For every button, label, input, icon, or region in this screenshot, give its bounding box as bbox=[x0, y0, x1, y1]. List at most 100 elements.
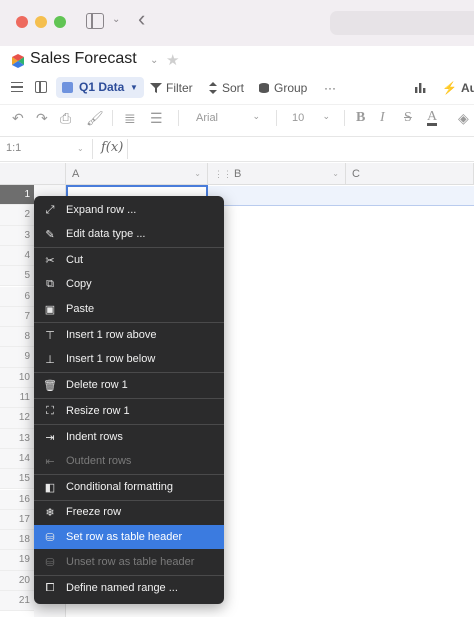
menu-item-outdent-rows: ⇤ Outdent rows bbox=[34, 449, 224, 473]
database-icon: ⛁ bbox=[45, 531, 55, 544]
automation-button[interactable]: ⚡ Aut bbox=[442, 79, 474, 97]
row-header[interactable]: 20 bbox=[0, 570, 34, 591]
maximize-window-button[interactable] bbox=[54, 16, 66, 28]
strikethrough-icon[interactable]: S bbox=[404, 110, 412, 126]
menu-item-label: Indent rows bbox=[66, 431, 123, 443]
row-header[interactable]: 16 bbox=[0, 489, 34, 510]
caret-down-icon[interactable]: ▼ bbox=[130, 83, 138, 92]
column-header-b[interactable]: ⋮⋮ B ⌄ bbox=[208, 163, 346, 185]
menu-item-copy[interactable]: ⧉ Copy bbox=[34, 272, 224, 296]
row-header[interactable]: 6 bbox=[0, 286, 34, 307]
insert-above-icon: ⊤ bbox=[45, 329, 55, 342]
menu-item-paste[interactable]: ▣ Paste bbox=[34, 297, 224, 321]
row-header[interactable]: 17 bbox=[0, 509, 34, 531]
chevron-down-icon[interactable]: ⌄ bbox=[77, 144, 84, 153]
fill-color-icon[interactable]: ◈ bbox=[458, 110, 469, 127]
chevron-down-icon[interactable]: ⌄ bbox=[332, 169, 339, 178]
formula-bar bbox=[0, 136, 474, 162]
font-family-select[interactable]: Arial ⌄ bbox=[190, 109, 264, 129]
clipboard-icon: ▣ bbox=[44, 303, 56, 316]
star-icon[interactable]: ★ bbox=[166, 51, 179, 69]
menu-item-label: Resize row 1 bbox=[66, 405, 130, 417]
font-size-select[interactable]: 10 ⌄ bbox=[288, 109, 332, 129]
menu-item-label: Delete row 1 bbox=[66, 379, 128, 391]
menu-item-cut[interactable]: ✂ Cut bbox=[34, 248, 224, 272]
row-header[interactable]: 2 bbox=[0, 205, 34, 226]
edit-icon: ✎ bbox=[45, 228, 55, 241]
menu-item-indent-rows[interactable]: ⇥ Indent rows bbox=[34, 425, 224, 449]
close-window-button[interactable] bbox=[16, 16, 28, 28]
filter-button[interactable]: Filter bbox=[150, 79, 193, 97]
font-family-value: Arial bbox=[196, 112, 219, 124]
chart-icon bbox=[415, 83, 426, 93]
group-button[interactable]: Group bbox=[258, 79, 307, 97]
chevron-down-icon: ⌄ bbox=[252, 111, 260, 121]
indent-icon: ⇥ bbox=[45, 431, 55, 444]
chart-button[interactable] bbox=[414, 79, 426, 97]
minimize-window-button[interactable] bbox=[35, 16, 47, 28]
menu-item-label: Paste bbox=[66, 303, 95, 315]
menu-item-label: Set row as table header bbox=[66, 531, 183, 543]
text-color-icon[interactable]: A bbox=[427, 110, 438, 126]
menu-item-freeze-row[interactable]: ❄ Freeze row bbox=[34, 500, 224, 524]
row-header[interactable]: 19 bbox=[0, 550, 34, 571]
menu-item-delete-row[interactable]: 🗑 Delete row 1 bbox=[34, 373, 224, 397]
row-header[interactable]: 21 bbox=[0, 591, 34, 612]
row-header[interactable]: 3 bbox=[0, 225, 34, 246]
address-bar[interactable] bbox=[330, 11, 474, 35]
menu-item-insert-row-below[interactable]: ⊥ Insert 1 row below bbox=[34, 347, 224, 371]
conditional-format-icon: ◧ bbox=[44, 481, 56, 494]
more-options-button[interactable]: ··· bbox=[324, 79, 336, 97]
row-header[interactable]: 12 bbox=[0, 408, 34, 429]
row-header[interactable]: 9 bbox=[0, 347, 34, 368]
chevron-down-icon[interactable]: ⌄ bbox=[112, 14, 120, 25]
select-all-corner[interactable] bbox=[0, 163, 66, 185]
row-header[interactable]: 1 bbox=[0, 185, 34, 206]
italic-icon[interactable]: I bbox=[380, 110, 385, 126]
redo-icon[interactable]: ↷ bbox=[36, 110, 48, 127]
row-header[interactable]: 14 bbox=[0, 448, 34, 470]
menu-item-resize-row[interactable]: ⛶ Resize row 1 bbox=[34, 399, 224, 423]
menu-item-expand-row[interactable]: ⤢ Expand row ... bbox=[34, 198, 224, 222]
menu-item-label: Conditional formatting bbox=[66, 481, 174, 493]
menu-item-label: Expand row ... bbox=[66, 204, 137, 216]
scissors-icon: ✂ bbox=[45, 254, 55, 267]
menu-item-insert-row-above[interactable]: ⊤ Insert 1 row above bbox=[34, 323, 224, 347]
cell-reference[interactable]: 1:1 bbox=[6, 142, 21, 154]
row-header[interactable]: 13 bbox=[0, 428, 34, 449]
function-icon[interactable]: f(x) bbox=[101, 140, 123, 155]
document-title[interactable]: Sales Forecast bbox=[30, 50, 137, 68]
menu-item-define-named-range[interactable]: ⧠ Define named range ... bbox=[34, 576, 224, 600]
sort-button[interactable]: Sort bbox=[208, 79, 244, 97]
column-header-c[interactable]: C bbox=[346, 163, 474, 185]
back-icon[interactable]: ‹ bbox=[138, 8, 145, 30]
undo-icon[interactable]: ↶ bbox=[12, 110, 24, 127]
bold-icon[interactable]: B bbox=[356, 110, 365, 126]
row-header[interactable]: 5 bbox=[0, 266, 34, 287]
row-header[interactable]: 15 bbox=[0, 469, 34, 490]
sidebar-icon[interactable] bbox=[86, 13, 104, 29]
menu-item-edit-data-type[interactable]: ✎ Edit data type ... bbox=[34, 222, 224, 246]
chevron-down-icon[interactable]: ⌄ bbox=[150, 55, 158, 66]
align-icon[interactable]: ☰ bbox=[150, 110, 163, 127]
chevron-down-icon[interactable]: ⌄ bbox=[194, 169, 201, 178]
print-icon[interactable]: ⎙ bbox=[60, 110, 71, 127]
column-header-a[interactable]: A ⌄ bbox=[66, 163, 208, 185]
row-header[interactable]: 18 bbox=[0, 530, 34, 551]
menu-icon[interactable] bbox=[11, 82, 23, 92]
panel-icon[interactable] bbox=[35, 81, 47, 93]
row-header[interactable]: 8 bbox=[0, 327, 34, 348]
wrap-text-icon[interactable]: ≣ bbox=[124, 110, 136, 127]
row-header[interactable]: 4 bbox=[0, 245, 34, 267]
menu-item-conditional-formatting[interactable]: ◧ Conditional formatting bbox=[34, 475, 224, 499]
view-label[interactable]: Q1 Data bbox=[79, 80, 124, 94]
menu-item-set-table-header[interactable]: ⛁ Set row as table header bbox=[34, 525, 224, 549]
resize-icon: ⛶ bbox=[46, 404, 54, 417]
row-header[interactable]: 11 bbox=[0, 388, 34, 409]
row-header[interactable]: 10 bbox=[0, 367, 34, 388]
sort-label: Sort bbox=[222, 81, 245, 95]
trash-icon: 🗑 bbox=[43, 379, 57, 392]
menu-item-unset-table-header: ⛁ Unset row as table header bbox=[34, 550, 224, 574]
paint-format-icon[interactable]: 🖌 bbox=[86, 110, 104, 127]
row-header[interactable]: 7 bbox=[0, 306, 34, 328]
